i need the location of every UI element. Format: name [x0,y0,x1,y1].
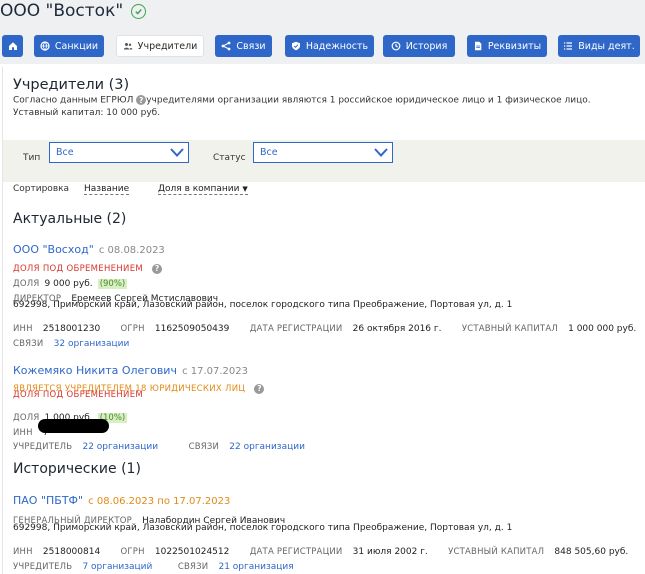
home-icon [8,42,17,50]
status-filter-label: Статус [213,153,246,163]
tab-activities[interactable]: Виды деят. [558,35,640,57]
home-button[interactable] [2,35,23,57]
founder-item-1-address: 692998, Приморский край, Лазовский район… [13,300,513,310]
founder-label: УЧРЕДИТЕЛЬ [13,562,73,572]
desc-prefix: Согласно данным ЕГРЮЛ [13,95,134,106]
capital-value: 1 000 000 руб. [568,324,637,334]
authorized-capital: Уставный капитал: 10 000 руб. [13,108,161,118]
capital-value: 848 505,60 руб. [554,547,629,557]
status-filter-select[interactable]: Все [253,142,393,163]
help-icon[interactable]: ? [254,383,265,394]
sort-label: Сортировка [13,184,70,194]
historical-item-1-links-row: УЧРЕДИТЕЛЬ 7 организаций СВЯЗИ 21 органи… [13,554,294,573]
sort-arrow-icon: ▼ [242,185,248,193]
redacted-inn [38,419,109,433]
tab-history[interactable]: История [383,35,455,57]
help-icon[interactable]: ? [152,263,163,274]
type-filter-value: Все [56,147,74,158]
section-nav: Санкции Учредители Связи Надежность Исто… [0,35,645,57]
tab-links-label: Связи [236,40,266,52]
founders-description: Согласно данным ЕГРЮЛ ? учредителями орга… [13,95,591,106]
type-filter-label: Тип [23,153,41,163]
desc-suffix: учредителями организации являются 1 росс… [146,95,591,106]
founders-title: Учредители (3) [13,77,130,93]
links-label: СВЯЗИ [177,562,209,572]
links-label: СВЯЗИ [188,442,220,452]
tab-activities-label: Виды деят. [578,40,635,52]
founders-panel: Учредители (3) Согласно данным ЕГРЮЛ ? уч… [2,67,645,574]
links-icon [222,41,231,51]
historical-item-1-date: с 08.06.2023 по 17.07.2023 [88,496,231,507]
company-title: ООО "Восток" [0,1,124,21]
tab-reliability-label: Надежность [305,40,369,52]
tab-founders-label: Учредители [137,40,198,52]
status-filter-value: Все [260,147,278,158]
historical-item-1-name[interactable]: ПАО "ПБТФ" [13,494,83,507]
founder-item-1-header: ООО "Восход" с 08.08.2023 [13,238,165,257]
list-icon [564,42,573,50]
tab-requisites-label: Реквизиты [487,40,542,52]
historical-item-1-address: 692998, Приморский край, Лазовский район… [13,523,513,533]
chevron-down-icon [374,148,388,157]
sort-by-share[interactable]: Доля в компании ▼ [158,184,248,195]
founder-item-2-links-row: УЧРЕДИТЕЛЬ 22 организации СВЯЗИ 22 орган… [13,434,305,453]
company-header: ООО "Восток" [0,1,147,21]
chevron-down-icon [170,148,184,157]
reg-date-value: 31 июля 2002 г. [352,547,428,557]
history-icon [391,41,401,51]
help-icon[interactable]: ? [136,95,147,105]
people-icon [123,43,132,50]
tab-requisites[interactable]: Реквизиты [467,35,547,57]
tab-links[interactable]: Связи [215,35,272,57]
filters-panel: Тип Все Статус Все [3,140,645,182]
founder-item-1-name[interactable]: ООО "Восход" [13,243,94,256]
links-value[interactable]: 22 организации [229,442,305,452]
sort-by-name[interactable]: Название [84,184,130,195]
globe-icon [40,41,50,51]
founder-label: УЧРЕДИТЕЛЬ [13,442,73,452]
check-circle-icon [131,3,147,19]
capital-label: УСТАВНЫЙ КАПИТАЛ [461,324,558,334]
shield-icon [291,41,300,51]
document-icon [474,41,482,51]
reg-date-label: ДАТА РЕГИСТРАЦИИ [249,324,343,334]
founder-item-1-links-row: СВЯЗИ 32 организации [13,331,129,350]
links-value[interactable]: 21 организация [218,562,293,572]
founder-value[interactable]: 7 организаций [82,562,152,572]
encumbrance-warning: ДОЛЯ ПОД ОБРЕМЕНЕНИЕМ [13,390,143,400]
capital-label: УСТАВНЫЙ КАПИТАЛ [448,547,545,557]
actual-section-title: Актуальные (2) [13,211,127,227]
historical-item-1-header: ПАО "ПБТФ" с 08.06.2023 по 17.07.2023 [13,489,230,508]
links-label: СВЯЗИ [13,339,44,349]
tab-sanctions-label: Санкции [54,40,99,52]
tab-history-label: История [405,40,448,52]
links-value[interactable]: 32 организации [54,339,130,349]
tab-reliability[interactable]: Надежность [285,35,374,57]
founder-item-1-date: с 08.08.2023 [98,245,165,256]
sort-by-share-label: Доля в компании [158,184,240,194]
founder-value[interactable]: 22 организации [82,442,158,452]
ogrn-value: 1162509050439 [154,324,230,334]
reg-date-value: 26 октября 2016 г. [352,324,442,334]
top-bar: ООО "Восток" Санкции Учредители Связи На… [0,0,645,64]
historical-section-title: Исторические (1) [13,461,141,477]
tab-sanctions[interactable]: Санкции [34,35,104,57]
type-filter-select[interactable]: Все [49,142,189,163]
tab-founders[interactable]: Учредители [116,35,204,57]
